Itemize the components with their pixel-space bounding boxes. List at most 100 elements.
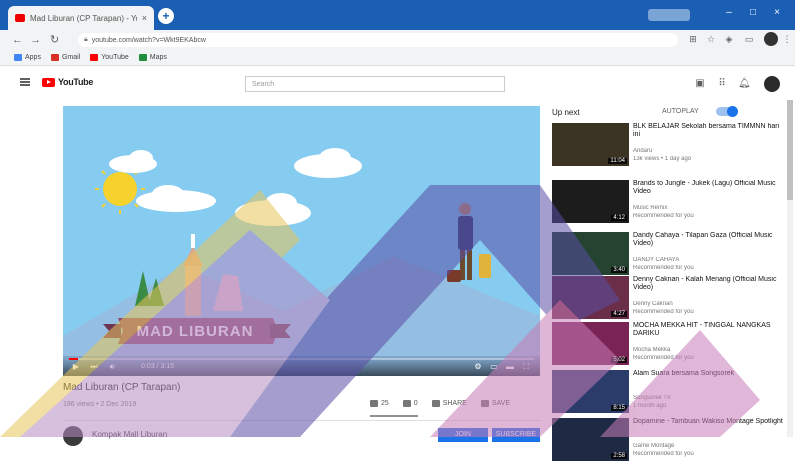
extension-icon[interactable]: ◈ — [724, 34, 734, 44]
settings-gear-icon[interactable]: ⚙ — [473, 362, 483, 372]
recommendation-title[interactable]: Dopamine - Tambuan Wakiso Montage Spotli… — [633, 418, 783, 426]
bookmarks-bar: Apps Gmail YouTube Maps — [0, 50, 795, 66]
recommendation-item[interactable]: 2:58 Dopamine - Tambuan Wakiso Montage Sp… — [552, 418, 784, 462]
minimize-button[interactable]: – — [722, 8, 736, 18]
share-icon — [431, 400, 440, 407]
recommendation-views: Recommended for you — [633, 355, 694, 361]
recommendation-title[interactable]: Brands to Jungle - Jukek (Lagu) Official… — [633, 180, 783, 196]
recommendation-channel: Game Montage — [633, 443, 675, 449]
video-meta: 186 views • 2 Dec 2019 — [63, 401, 137, 408]
create-video-icon[interactable]: ▣ — [694, 78, 706, 90]
recommendation-item[interactable]: 3:40 Dandy Cahaya - Tilapan Gaza (Officia… — [552, 232, 784, 276]
recommendation-item[interactable]: 5:02 MOCHA MEKKA HIT - TINGGAL NANGKAS DA… — [552, 322, 784, 366]
recommendation-title[interactable]: BLK BELAJAR Sekolah bersama TIMMNN hari … — [633, 123, 783, 139]
video-thumbnail[interactable]: 3:40 — [552, 232, 629, 275]
youtube-play-logo-icon — [42, 77, 55, 87]
recommendation-title[interactable]: MOCHA MEKKA HIT - TINGGAL NANGKAS DARIKU — [633, 322, 783, 338]
recommendation-title[interactable]: Denny Caknan - Kalah Menang (Official Mu… — [633, 276, 783, 292]
player-control-bar — [63, 358, 540, 376]
recommendation-item[interactable]: 11:04 BLK BELAJAR Sekolah bersama TIMMNN … — [552, 123, 784, 167]
apps-grid-icon[interactable]: ⠿ — [716, 78, 728, 90]
thumbs-down-icon — [402, 400, 411, 407]
browser-menu-icon[interactable]: ⋮ — [782, 34, 792, 44]
playlist-add-icon — [480, 400, 489, 407]
notifications-bell-icon[interactable]: 🔔︎ — [738, 78, 751, 90]
subscribe-button[interactable]: SUBSCRIBE — [492, 428, 540, 442]
close-window-button[interactable]: × — [770, 8, 784, 18]
recommendation-views: 1 month ago — [633, 403, 667, 409]
youtube-logo[interactable]: YouTube — [42, 77, 93, 87]
duration-badge: 11:04 — [608, 158, 627, 164]
up-next-heading: Up next — [552, 108, 580, 117]
recommendation-item[interactable]: 4:27 Denny Caknan - Kalah Menang (Officia… — [552, 276, 784, 320]
tab-close-button[interactable]: × — [142, 13, 147, 23]
channel-name[interactable]: Kompak Mall Liburan — [92, 430, 167, 439]
save-button[interactable]: SAVE — [480, 400, 510, 407]
toggle-knob — [727, 106, 738, 117]
autoplay-toggle[interactable] — [716, 106, 738, 117]
star-icon[interactable]: ☆ — [706, 34, 716, 44]
translate-icon[interactable]: ⊞ — [688, 34, 698, 44]
recommendation-item[interactable]: 8:15 Alam Suara bersama Songsorek Songsore… — [552, 370, 784, 414]
new-tab-button[interactable]: + — [158, 8, 174, 24]
progress-bar[interactable] — [69, 358, 534, 360]
reload-icon[interactable]: ↻ — [50, 34, 59, 46]
search-input[interactable]: Search — [245, 76, 505, 92]
recommendation-title[interactable]: Alam Suara bersama Songsorek — [633, 370, 783, 378]
hamburger-menu-icon[interactable] — [20, 78, 30, 86]
url-input[interactable]: 🔒︎ youtube.com/watch?v=Wkt9EKAbcw — [78, 33, 678, 47]
forward-arrow-icon[interactable]: → — [30, 34, 41, 46]
maximize-button[interactable]: □ — [746, 8, 760, 18]
volume-icon[interactable]: 🔊︎ — [107, 362, 117, 372]
browser-tab[interactable]: Mad Liburan (CP Tarapan) - YouTube × — [8, 6, 154, 30]
video-actions: 25 0 SHARE SAVE — [370, 400, 510, 407]
page-scrollbar[interactable] — [787, 100, 793, 437]
fullscreen-icon[interactable]: ⛶ — [521, 362, 531, 372]
next-icon[interactable]: ⏭︎ — [89, 362, 99, 372]
youtube-icon — [90, 54, 99, 61]
recommendation-views: 13k views • 1 day ago — [633, 156, 692, 162]
channel-avatar[interactable] — [63, 426, 83, 446]
video-thumbnail[interactable]: 2:58 — [552, 418, 629, 461]
join-button[interactable]: JOIN — [438, 428, 488, 442]
like-ratio-bar — [370, 415, 418, 417]
dislike-button[interactable]: 0 — [402, 400, 418, 407]
video-player[interactable]: MAD LIBURAN ▶ ⏭︎ 🔊︎ 0:03 / 3:15 ⚙ ▭ ▬ ⛶ — [63, 106, 540, 376]
user-avatar[interactable] — [764, 76, 780, 92]
cast-icon[interactable]: ▭ — [744, 34, 754, 44]
video-title: Mad Liburan (CP Tarapan) — [63, 382, 181, 393]
youtube-favicon-icon — [15, 14, 25, 22]
play-icon[interactable]: ▶ — [71, 362, 81, 372]
video-thumbnail[interactable]: 4:27 — [552, 276, 629, 319]
bookmark-youtube[interactable]: YouTube — [90, 54, 129, 61]
recommendation-views: Recommended for you — [633, 309, 694, 315]
browser-profile-avatar[interactable] — [764, 32, 778, 46]
video-thumbnail[interactable]: 8:15 — [552, 370, 629, 413]
video-thumbnail[interactable]: 4:12 — [552, 180, 629, 223]
bookmark-gmail[interactable]: Gmail — [50, 54, 80, 61]
duration-badge: 4:12 — [611, 215, 627, 221]
video-thumbnail[interactable]: 5:02 — [552, 322, 629, 365]
video-thumbnail[interactable]: 11:04 — [552, 123, 629, 166]
duration-badge: 5:02 — [611, 357, 627, 363]
bookmark-apps[interactable]: Apps — [14, 54, 41, 61]
video-frame: MAD LIBURAN — [63, 106, 540, 376]
gmail-icon — [50, 54, 59, 61]
back-arrow-icon[interactable]: ← — [12, 34, 23, 46]
share-button[interactable]: SHARE — [431, 400, 467, 407]
recommendation-item[interactable]: 4:12 Brands to Jungle - Jukek (Lagu) Offi… — [552, 180, 784, 224]
bookmark-maps[interactable]: Maps — [138, 54, 167, 61]
apps-grid-icon — [14, 54, 22, 61]
miniplayer-icon[interactable]: ▭ — [489, 362, 499, 372]
theater-mode-icon[interactable]: ▬ — [505, 362, 515, 372]
scroll-thumb[interactable] — [787, 100, 793, 200]
autoplay-label: AUTOPLAY — [662, 108, 699, 115]
maps-icon — [138, 54, 147, 61]
like-button[interactable]: 25 — [370, 400, 389, 407]
recommendation-views: Recommended for you — [633, 213, 694, 219]
timecode: 0:03 / 3:15 — [141, 363, 175, 370]
recommendation-title[interactable]: Dandy Cahaya - Tilapan Gaza (Official Mu… — [633, 232, 783, 248]
duration-badge: 4:27 — [611, 311, 627, 317]
recommendation-channel: Denny Caknan — [633, 301, 673, 307]
profile-button[interactable] — [648, 9, 690, 21]
